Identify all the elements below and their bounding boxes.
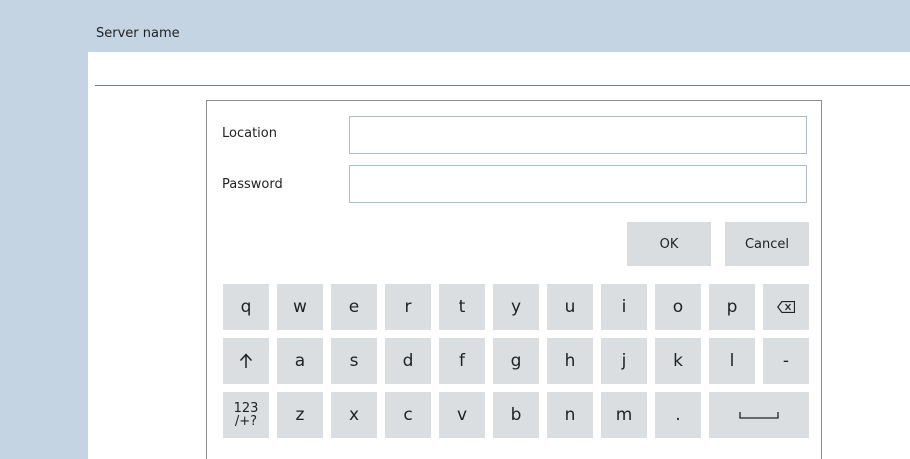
password-label: Password [222, 177, 283, 192]
location-label: Location [222, 126, 277, 141]
key-u[interactable]: u [547, 284, 593, 330]
key-n[interactable]: n [547, 392, 593, 438]
panel-header: Server name [88, 10, 910, 52]
key-r[interactable]: r [385, 284, 431, 330]
key-z[interactable]: z [277, 392, 323, 438]
key-s[interactable]: s [331, 338, 377, 384]
key-c[interactable]: c [385, 392, 431, 438]
numeric-toggle-key[interactable]: 123 /+? [223, 392, 269, 438]
credentials-dialog: Location Password OK Cancel q w e r t y … [206, 100, 822, 459]
ok-button[interactable]: OK [627, 222, 711, 266]
backspace-key[interactable] [763, 284, 809, 330]
key-i[interactable]: i [601, 284, 647, 330]
key-period[interactable]: . [655, 392, 701, 438]
key-g[interactable]: g [493, 338, 539, 384]
key-k[interactable]: k [655, 338, 701, 384]
space-key[interactable] [709, 392, 809, 438]
shift-key[interactable] [223, 338, 269, 384]
server-name-label: Server name [96, 26, 180, 41]
key-l[interactable]: l [709, 338, 755, 384]
key-b[interactable]: b [493, 392, 539, 438]
key-q[interactable]: q [223, 284, 269, 330]
key-j[interactable]: j [601, 338, 647, 384]
key-w[interactable]: w [277, 284, 323, 330]
shift-arrow-icon [239, 353, 253, 368]
key-e[interactable]: e [331, 284, 377, 330]
key-h[interactable]: h [547, 338, 593, 384]
key-m[interactable]: m [601, 392, 647, 438]
space-bar-icon [739, 412, 779, 419]
key-y[interactable]: y [493, 284, 539, 330]
key-t[interactable]: t [439, 284, 485, 330]
key-d[interactable]: d [385, 338, 431, 384]
backspace-icon [777, 301, 795, 313]
key-o[interactable]: o [655, 284, 701, 330]
key-a[interactable]: a [277, 338, 323, 384]
key-f[interactable]: f [439, 338, 485, 384]
header-divider [95, 85, 910, 86]
password-input[interactable] [349, 165, 807, 203]
key-p[interactable]: p [709, 284, 755, 330]
key-v[interactable]: v [439, 392, 485, 438]
location-input[interactable] [349, 116, 807, 154]
cancel-button[interactable]: Cancel [725, 222, 809, 266]
key-dash[interactable]: - [763, 338, 809, 384]
key-x[interactable]: x [331, 392, 377, 438]
